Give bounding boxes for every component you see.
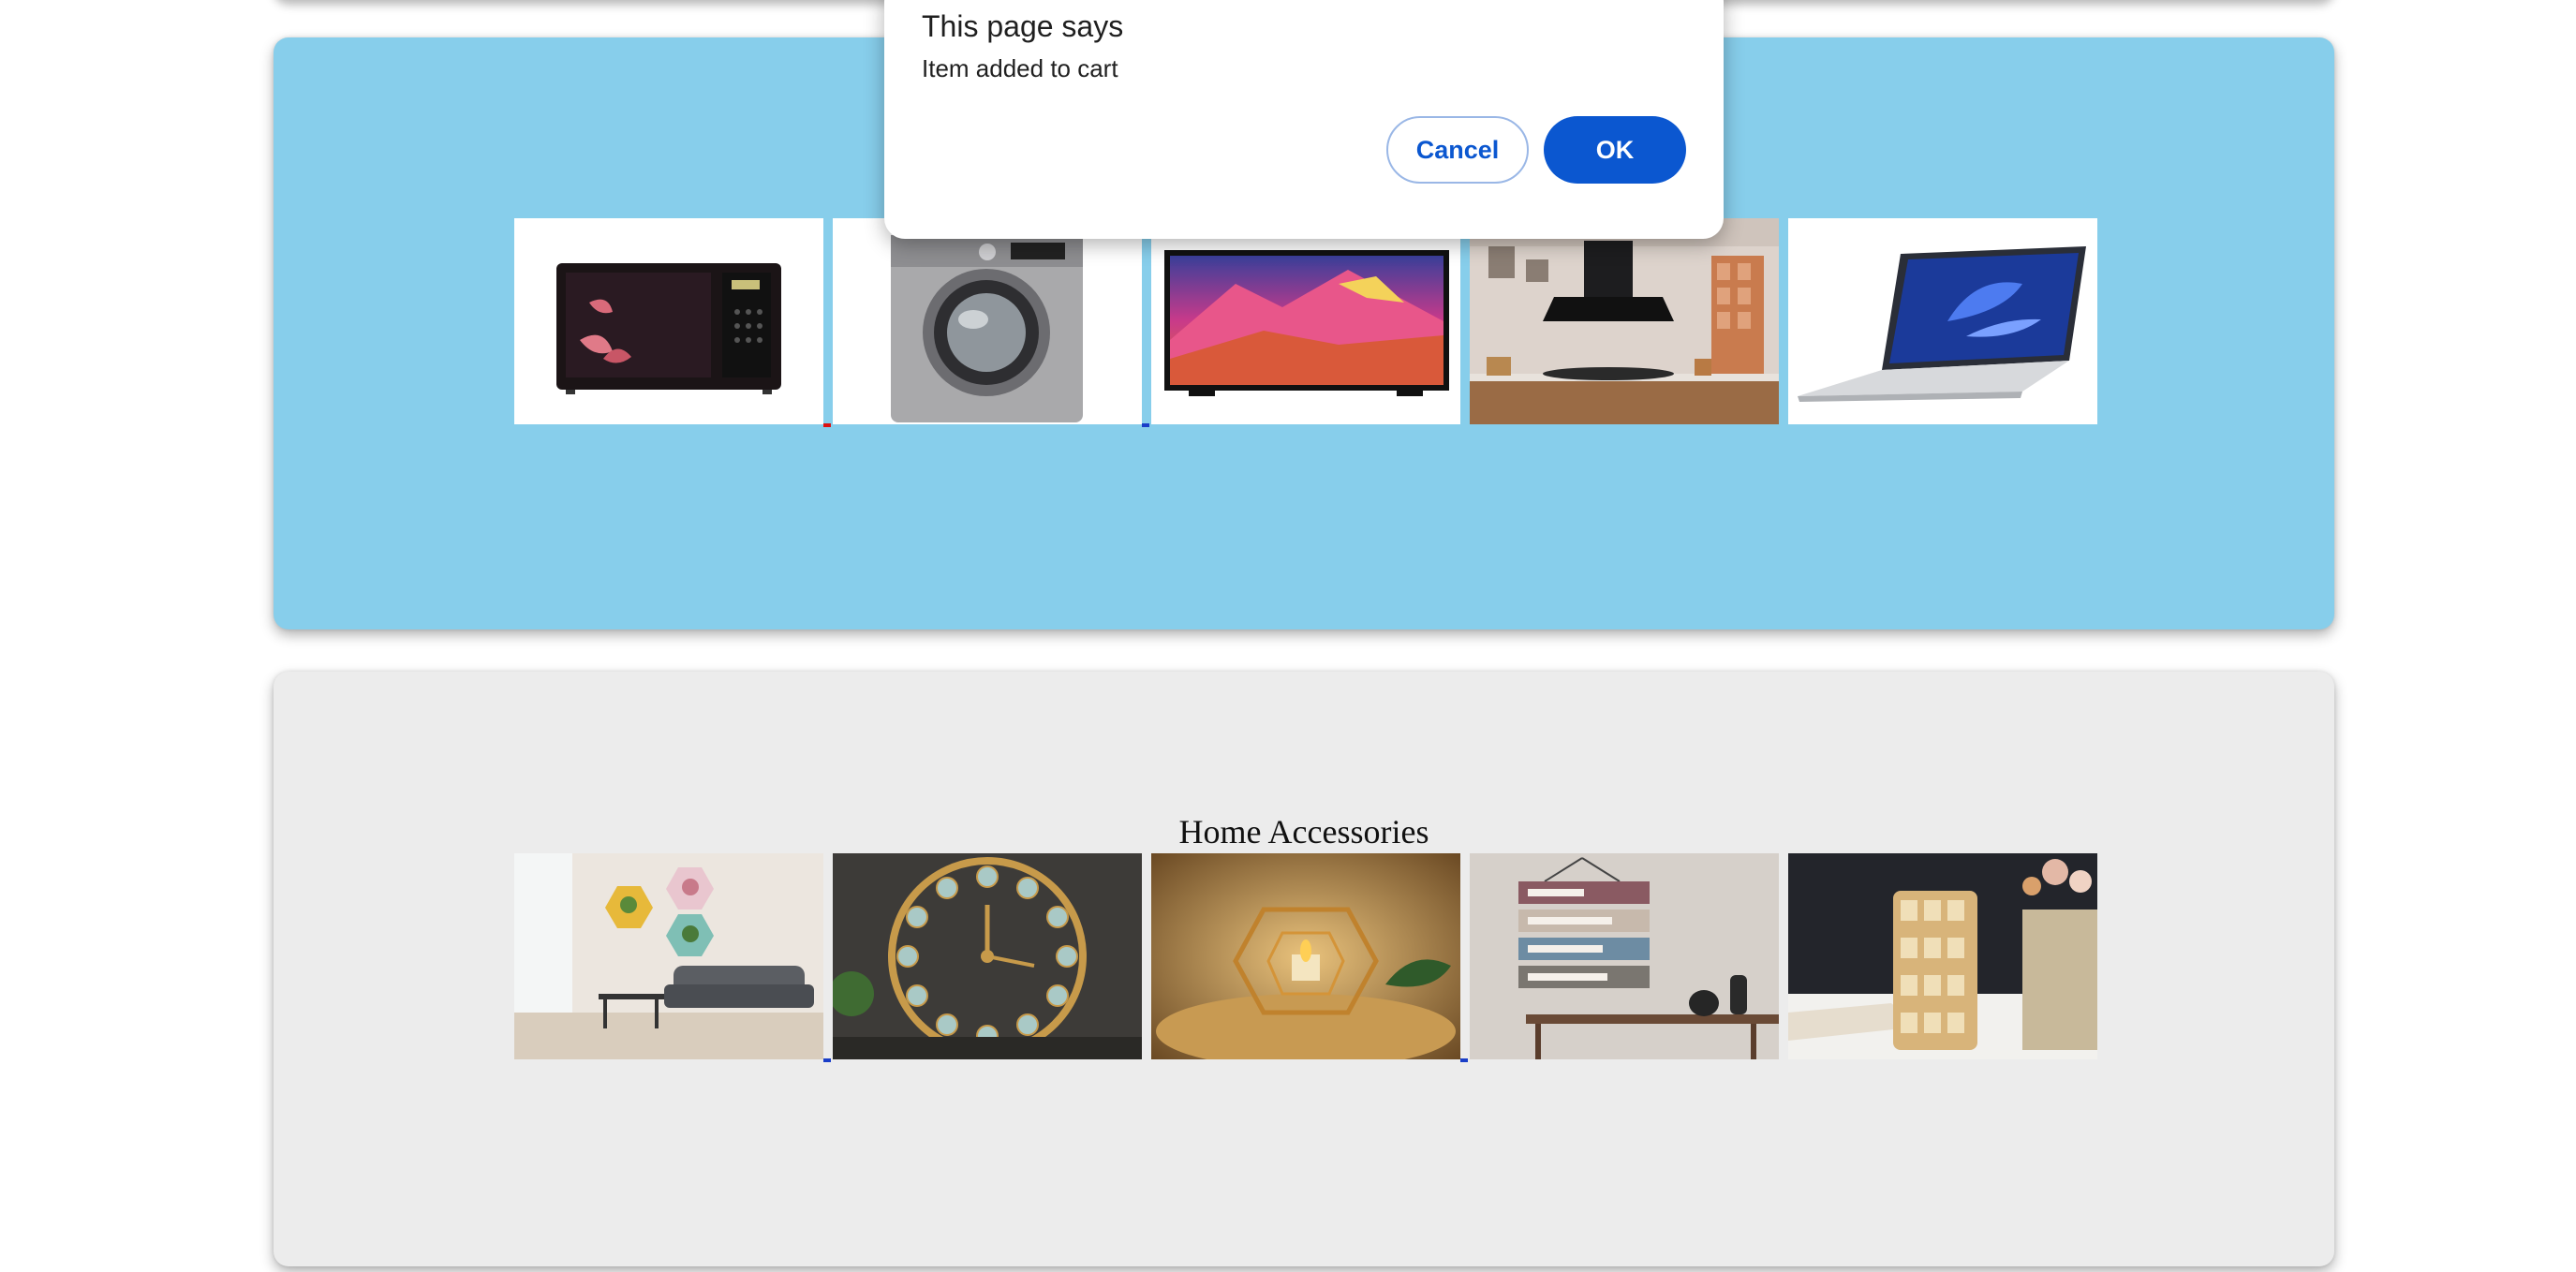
alert-dialog: This page says Item added to cart Cancel… [884, 0, 1724, 239]
microwave-oven-image[interactable] [514, 218, 823, 424]
wall-sign-image[interactable] [1470, 853, 1779, 1059]
link-underline [1142, 423, 1149, 427]
washing-machine-image[interactable] [833, 218, 1142, 424]
dialog-title: This page says [922, 9, 1124, 43]
link-underline [1460, 1058, 1468, 1062]
wall-planters-image[interactable] [514, 853, 823, 1059]
link-underline [823, 423, 831, 427]
ok-button[interactable]: OK [1544, 116, 1686, 184]
glass-vases-image[interactable] [1788, 853, 2097, 1059]
cancel-button[interactable]: Cancel [1386, 116, 1529, 184]
home-accessories-section: Home Accessories [274, 672, 2334, 1266]
section-title: Home Accessories [1178, 813, 1429, 850]
link-underline [823, 1058, 831, 1062]
wall-clock-image[interactable] [833, 853, 1142, 1059]
dialog-message: Item added to cart [922, 54, 1118, 82]
television-image[interactable] [1151, 218, 1460, 424]
candle-holder-image[interactable] [1151, 853, 1460, 1059]
kitchen-chimney-image[interactable] [1470, 218, 1779, 424]
laptop-image[interactable] [1788, 218, 2097, 424]
